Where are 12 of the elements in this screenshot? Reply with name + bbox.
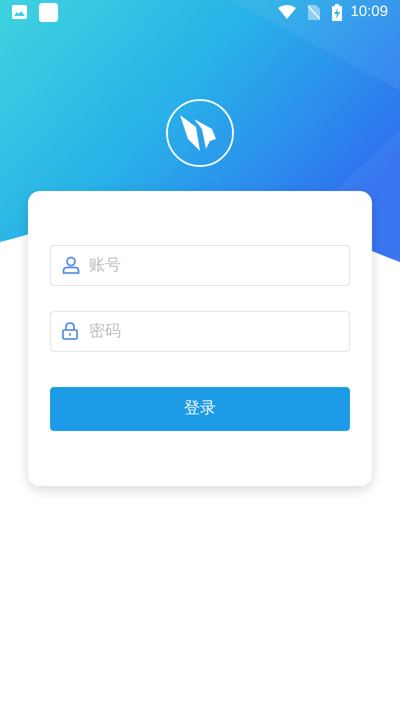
status-time: 10:09 [350, 2, 388, 22]
input-field[interactable]: 密码 [50, 311, 350, 352]
notification-icon [39, 2, 58, 22]
wifi-icon [278, 5, 296, 19]
battery-charging-icon [332, 4, 342, 20]
image-icon [12, 5, 27, 19]
login-button[interactable]: 登录 [50, 387, 350, 431]
no-sim-icon [308, 4, 320, 20]
user-icon [62, 256, 80, 274]
input-field[interactable]: 账号 [50, 245, 350, 286]
app-logo [166, 99, 234, 167]
lock-icon [62, 322, 78, 340]
